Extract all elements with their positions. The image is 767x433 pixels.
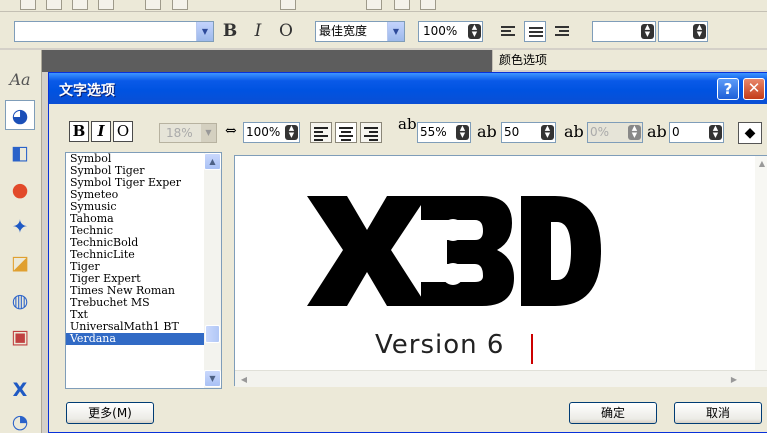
text-preview[interactable]: Version 6 ▲ ◀ ▶ (234, 155, 767, 387)
layers-icon[interactable] (420, 0, 436, 10)
baseline-shift-stepper[interactable]: 0% ▲ ▼ (587, 122, 643, 143)
scroll-left-icon[interactable]: ◀ (237, 373, 251, 386)
spin-arrows-icon[interactable]: ▲ ▼ (693, 24, 706, 39)
diamond-icon[interactable]: ◆ (738, 122, 762, 144)
close-button[interactable]: ✕ (743, 78, 765, 100)
spin-arrows-icon[interactable]: ▲ ▼ (456, 125, 469, 140)
rotation-value: 0 (672, 125, 680, 139)
char-spacing-stepper[interactable]: 50 ▲ ▼ (501, 122, 556, 143)
preview-vertical-scrollbar[interactable]: ▲ (755, 156, 767, 370)
width-scale-stepper[interactable]: 100% ▲ ▼ (243, 122, 300, 143)
cube-icon[interactable]: ◧ (5, 138, 35, 168)
spin-arrows-icon[interactable]: ▲ ▼ (709, 125, 722, 140)
dialog-titlebar[interactable]: 文字选项 ? ✕ (49, 73, 767, 104)
help-button[interactable]: ? (717, 78, 739, 100)
spin-arrows-icon[interactable]: ▲ ▼ (285, 125, 298, 140)
star-icon[interactable]: ✦ (5, 212, 35, 242)
text-style-icon[interactable]: Aa (5, 65, 35, 95)
align-center-button[interactable] (335, 122, 357, 143)
align-right-button[interactable] (360, 122, 382, 143)
align-left-button[interactable] (310, 122, 332, 143)
fill-icon[interactable] (394, 0, 410, 10)
width-mode-select[interactable]: 最佳宽度 ▼ (315, 21, 405, 42)
shapes-icon[interactable]: ◪ (5, 248, 35, 278)
scroll-right-icon[interactable]: ▶ (727, 373, 741, 386)
text-caret (531, 334, 533, 364)
tool-sidebar: Aa ◕ ◧ ● ✦ ◪ ◍ ▣ X ◔ (0, 50, 42, 433)
palette-icon[interactable]: ◕ (5, 100, 35, 130)
scrollbar-thumb[interactable] (205, 325, 220, 343)
sphere-icon[interactable]: ● (5, 175, 35, 205)
canvas-area (42, 50, 492, 72)
line-spacing-icon: ab (398, 115, 417, 133)
scroll-up-icon[interactable]: ▲ (204, 153, 221, 170)
italic-toggle[interactable]: I (91, 121, 111, 142)
align-right-button[interactable] (551, 21, 573, 42)
char-spacing-value: 50 (504, 125, 520, 139)
disc-icon[interactable]: ◔ (5, 407, 35, 433)
chevron-down-icon[interactable]: ▼ (196, 22, 213, 41)
font-list-item-selected[interactable]: Verdana (66, 333, 221, 345)
char-spacing-icon: ab (477, 122, 497, 141)
box-icon[interactable]: ▣ (5, 322, 35, 352)
open-file-icon[interactable] (46, 0, 62, 10)
x3d-logo (307, 196, 601, 306)
top-toolbar-strip (0, 0, 767, 12)
chevron-down-icon[interactable]: ▼ (201, 124, 216, 142)
outline-toggle[interactable]: O (113, 121, 133, 142)
cancel-button[interactable]: 取消 (674, 402, 762, 424)
ok-button[interactable]: 确定 (569, 402, 657, 424)
cut-icon[interactable] (172, 0, 188, 10)
paint-icon[interactable] (366, 0, 382, 10)
font-size-select[interactable]: 18% ▼ (159, 123, 217, 143)
font-size-value: 18% (166, 126, 193, 140)
font-list-item[interactable]: Trebuchet MS (66, 297, 221, 309)
text-icon[interactable] (280, 0, 296, 10)
text-color-field[interactable]: ▲ ▼ (592, 21, 656, 42)
dialog-title: 文字选项 (59, 83, 115, 99)
globe-icon[interactable]: ◍ (5, 286, 35, 316)
spin-arrows-icon[interactable]: ▲ ▼ (541, 125, 554, 140)
spin-arrows-icon[interactable]: ▲ ▼ (628, 125, 641, 140)
font-list-scrollbar[interactable]: ▲ ▼ (204, 153, 221, 388)
color-options-title: 颜色选项 (492, 50, 767, 70)
background-color-field[interactable]: ▲ ▼ (658, 21, 708, 42)
line-spacing-stepper[interactable]: 55% ▲ ▼ (417, 122, 471, 143)
rotation-icon: ab (647, 122, 667, 141)
spin-arrows-icon[interactable]: ▲ ▼ (468, 24, 481, 39)
align-center-button[interactable] (524, 21, 546, 42)
line-spacing-value: 55% (420, 125, 447, 139)
new-file-icon[interactable] (20, 0, 36, 10)
zoom-stepper[interactable]: 100% ▲ ▼ (418, 21, 483, 42)
bold-button[interactable]: B (219, 21, 241, 42)
font-family-select[interactable]: ▼ (14, 21, 214, 42)
edit-icon[interactable] (145, 0, 161, 10)
bold-toggle[interactable]: B (69, 121, 89, 142)
preview-horizontal-scrollbar[interactable]: ◀ ▶ (235, 370, 767, 387)
text-options-dialog: 文字选项 ? ✕ B I O 18% ▼ ⇔ 100% ▲ ▼ ab 55% ▲ ▼… (48, 72, 767, 433)
align-left-button[interactable] (497, 21, 519, 42)
x3d-logo-icon[interactable]: X (5, 375, 35, 405)
baseline-shift-icon: ab (564, 122, 584, 141)
save-icon[interactable] (72, 0, 88, 10)
width-mode-value: 最佳宽度 (319, 24, 368, 38)
scroll-down-icon[interactable]: ▼ (204, 370, 221, 387)
italic-button[interactable]: I (247, 21, 269, 42)
font-list[interactable]: Symbol Symbol Tiger Symbol Tiger Exper S… (65, 152, 222, 389)
width-scale-icon: ⇔ (225, 123, 237, 139)
chevron-down-icon[interactable]: ▼ (387, 22, 404, 41)
scroll-up-icon[interactable]: ▲ (756, 158, 767, 170)
spin-arrows-icon[interactable]: ▲ ▼ (641, 24, 654, 39)
more-button[interactable]: 更多(M) (66, 402, 154, 424)
rotation-stepper[interactable]: 0 ▲ ▼ (669, 122, 724, 143)
print-icon[interactable] (98, 0, 114, 10)
preview-text: Version 6 (375, 330, 505, 360)
zoom-value: 100% (423, 24, 458, 38)
width-scale-value: 100% (246, 125, 281, 139)
baseline-shift-value: 0% (590, 125, 610, 139)
outline-button[interactable]: O (275, 21, 297, 42)
